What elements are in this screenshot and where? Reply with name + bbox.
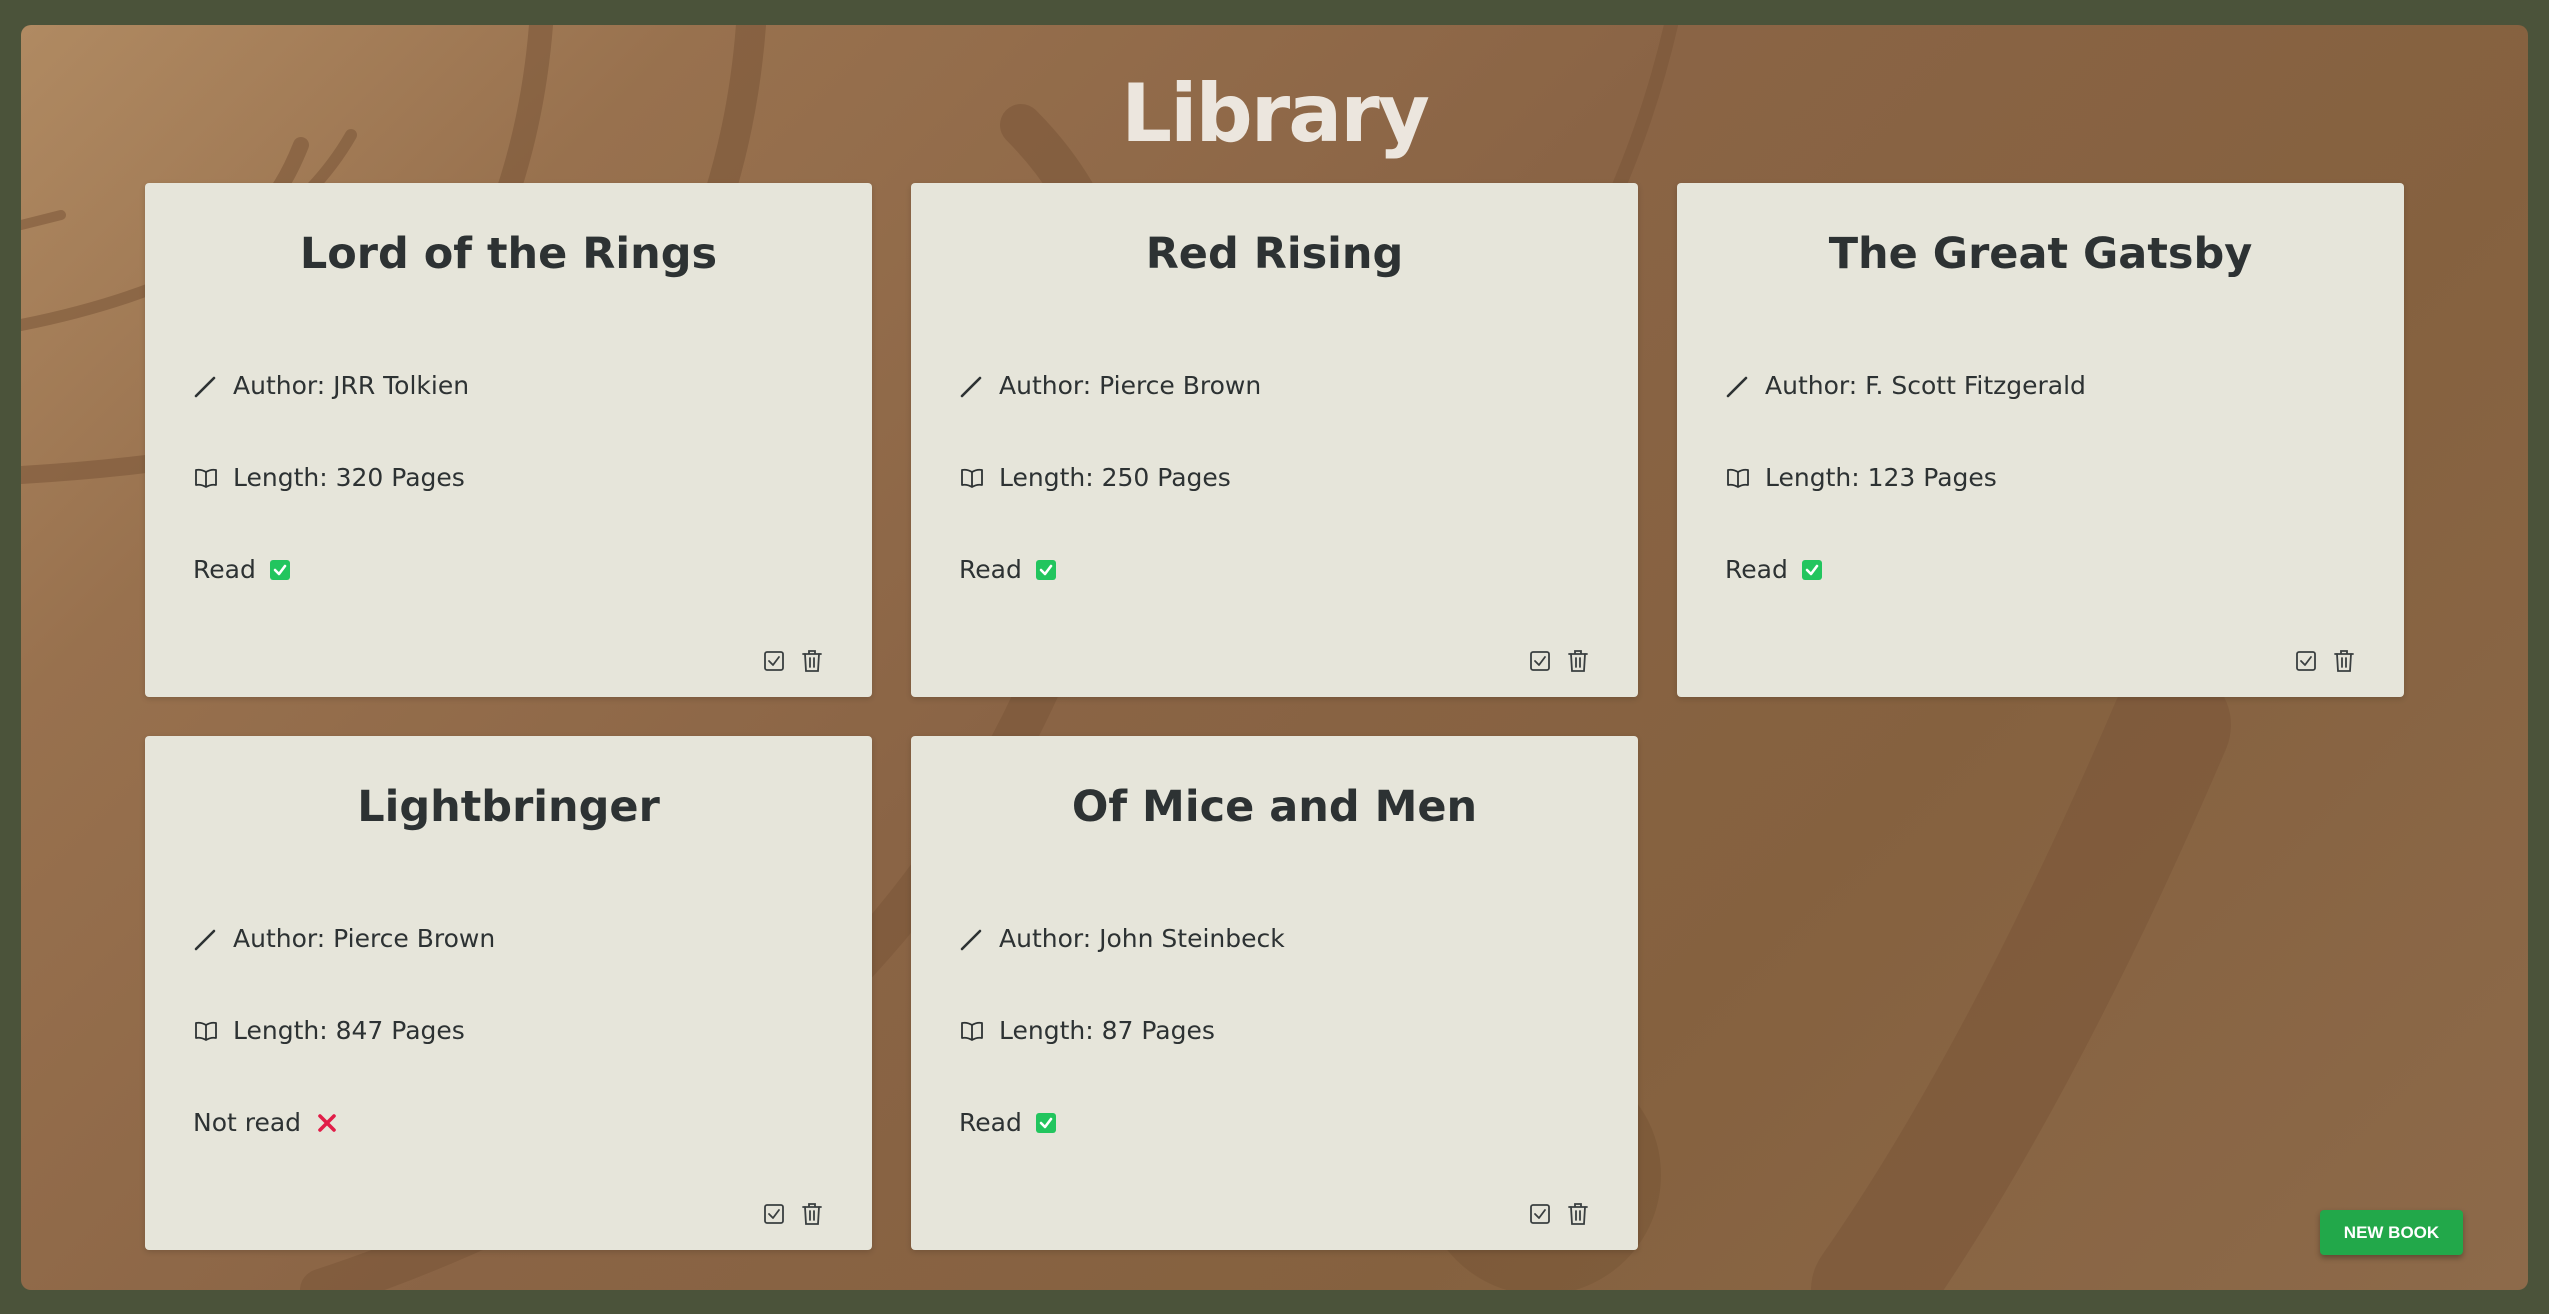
read-status-row: Read (1725, 555, 1822, 584)
author-text: Author: Pierce Brown (233, 924, 496, 953)
trash-icon (800, 1201, 824, 1227)
toggle-read-button[interactable] (2294, 648, 2318, 674)
checkbox-checked-icon (1035, 1112, 1056, 1133)
read-status-row: Read (959, 555, 1056, 584)
check-square-icon (1528, 1201, 1552, 1227)
author-row: Author: John Steinbeck (959, 924, 1285, 953)
delete-book-button[interactable] (800, 1201, 824, 1227)
checkbox-checked-icon (269, 559, 290, 580)
pencil-icon (959, 926, 985, 952)
delete-book-button[interactable] (1566, 648, 1590, 674)
read-status-text: Not read (193, 1108, 302, 1137)
toggle-read-button[interactable] (1528, 648, 1552, 674)
author-text: Author: John Steinbeck (999, 924, 1285, 953)
book-card: Lord of the Rings Author: JRR Tolkien Leng… (145, 183, 872, 697)
pencil-icon (193, 926, 219, 952)
length-row: Length: 320 Pages (193, 463, 465, 492)
read-status-text: Read (193, 555, 256, 584)
read-status-text: Read (1725, 555, 1788, 584)
card-actions (2294, 648, 2356, 674)
library-page: Library Lord of the Rings Author: JRR Tol… (21, 25, 2528, 1290)
book-title: Red Rising (1145, 229, 1404, 279)
page-title: Library (1121, 67, 1430, 160)
length-text: Length: 87 Pages (999, 1016, 1215, 1045)
delete-book-button[interactable] (1566, 1201, 1590, 1227)
pencil-icon (193, 373, 219, 399)
length-text: Length: 123 Pages (1765, 463, 1997, 492)
open-book-icon (193, 465, 219, 491)
author-row: Author: Pierce Brown (959, 371, 1261, 400)
checkbox-checked-icon (1801, 559, 1822, 580)
author-row: Author: Pierce Brown (193, 924, 495, 953)
cross-icon (315, 1111, 339, 1135)
read-status-text: Read (959, 1108, 1022, 1137)
card-actions (1528, 648, 1590, 674)
delete-book-button[interactable] (800, 648, 824, 674)
trash-icon (2332, 648, 2356, 674)
book-card: Of Mice and Men Author: John Steinbeck Len… (911, 736, 1638, 1250)
book-card: The Great Gatsby Author: F. Scott Fitzger… (1677, 183, 2404, 697)
card-actions (762, 648, 824, 674)
checkbox-checked-icon (1035, 559, 1056, 580)
length-row: Length: 847 Pages (193, 1016, 465, 1045)
open-book-icon (959, 465, 985, 491)
trash-icon (1566, 1201, 1590, 1227)
read-status-text: Read (959, 555, 1022, 584)
length-text: Length: 320 Pages (233, 463, 465, 492)
book-title: Lightbringer (357, 782, 660, 832)
book-card: Red Rising Author: Pierce Brown Length: 25… (911, 183, 1638, 697)
pencil-icon (959, 373, 985, 399)
pencil-icon (1725, 373, 1751, 399)
author-text: Author: JRR Tolkien (233, 371, 470, 400)
check-square-icon (762, 1201, 786, 1227)
open-book-icon (959, 1018, 985, 1044)
read-status-row: Read (959, 1108, 1056, 1137)
read-status-row: Not read (193, 1108, 339, 1137)
toggle-read-button[interactable] (762, 1201, 786, 1227)
length-text: Length: 250 Pages (999, 463, 1231, 492)
card-actions (762, 1201, 824, 1227)
author-text: Author: Pierce Brown (999, 371, 1262, 400)
check-square-icon (762, 648, 786, 674)
length-text: Length: 847 Pages (233, 1016, 465, 1045)
length-row: Length: 123 Pages (1725, 463, 1997, 492)
check-square-icon (1528, 648, 1552, 674)
author-row: Author: JRR Tolkien (193, 371, 469, 400)
card-actions (1528, 1201, 1590, 1227)
new-book-button[interactable]: NEW BOOK (2320, 1210, 2463, 1255)
book-title: Of Mice and Men (1071, 782, 1478, 832)
length-row: Length: 87 Pages (959, 1016, 1215, 1045)
check-square-icon (2294, 648, 2318, 674)
trash-icon (1566, 648, 1590, 674)
read-status-row: Read (193, 555, 290, 584)
author-row: Author: F. Scott Fitzgerald (1725, 371, 2086, 400)
delete-book-button[interactable] (2332, 648, 2356, 674)
open-book-icon (193, 1018, 219, 1044)
book-card: Lightbringer Author: Pierce Brown Length: … (145, 736, 872, 1250)
toggle-read-button[interactable] (1528, 1201, 1552, 1227)
book-title: The Great Gatsby (1828, 229, 2253, 279)
length-row: Length: 250 Pages (959, 463, 1231, 492)
open-book-icon (1725, 465, 1751, 491)
trash-icon (800, 648, 824, 674)
book-title: Lord of the Rings (299, 229, 718, 279)
author-text: Author: F. Scott Fitzgerald (1765, 371, 2086, 400)
toggle-read-button[interactable] (762, 648, 786, 674)
